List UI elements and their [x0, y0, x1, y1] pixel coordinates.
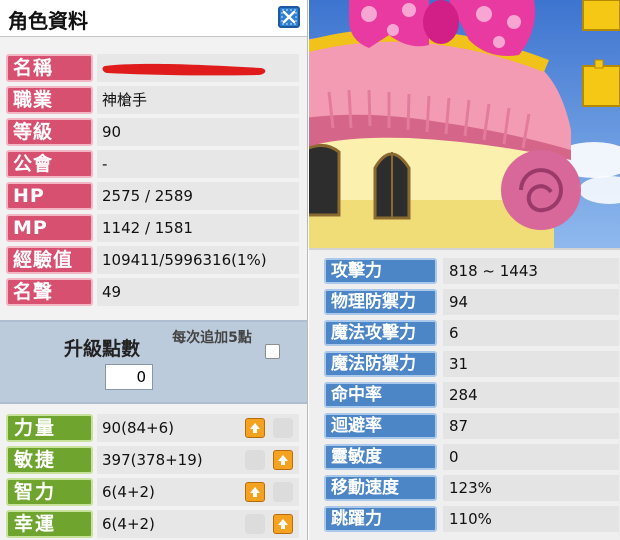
value-exp: 109411/5996316(1%) — [97, 246, 299, 274]
value-accuracy: 284 — [443, 382, 619, 408]
profile-row-fame: 名聲 49 — [6, 278, 299, 306]
label-mp: MP — [6, 214, 93, 242]
value-weapon-def: 94 — [443, 289, 619, 315]
name-redaction — [102, 63, 266, 76]
value-guild: - — [97, 150, 299, 178]
profile-row-mp: MP 1142 / 1581 — [6, 214, 299, 242]
arrow-up-icon — [278, 455, 288, 465]
profile-row-job: 職業 神槍手 — [6, 86, 299, 114]
ability-points-field: 0 — [105, 364, 153, 390]
label-weapon-def: 物理防禦力 — [324, 289, 437, 315]
label-str: 力量 — [6, 414, 93, 442]
add-five-checkbox[interactable] — [265, 344, 280, 359]
dex-increase-button[interactable] — [273, 450, 293, 470]
value-avoidability: 87 — [443, 413, 619, 439]
label-speed: 移動速度 — [324, 475, 437, 501]
stat-row-luk: 幸運 6(4+2) — [6, 510, 299, 538]
arrow-up-icon — [278, 519, 288, 529]
character-info-window: 角色資料 名稱 職業 神槍手 等級 90 公會 - HP 2575 / 2589… — [0, 0, 308, 540]
label-job: 職業 — [6, 86, 93, 114]
game-scene-background — [309, 0, 620, 248]
value-jump: 110% — [443, 506, 619, 532]
profile-row-hp: HP 2575 / 2589 — [6, 182, 299, 210]
combat-row-jump: 跳躍力 110% — [324, 506, 620, 532]
window-title: 角色資料 — [8, 9, 88, 33]
label-magic-atk: 魔法攻擊力 — [324, 320, 437, 346]
value-magic-atk: 6 — [443, 320, 619, 346]
value-magic-def: 31 — [443, 351, 619, 377]
combat-row-weapon-def: 物理防禦力 94 — [324, 289, 620, 315]
label-int: 智力 — [6, 478, 93, 506]
value-name — [97, 54, 299, 82]
label-magic-def: 魔法防禦力 — [324, 351, 437, 377]
label-fame: 名聲 — [6, 278, 93, 306]
luk-increase-button[interactable] — [273, 514, 293, 534]
dex-placeholder-slot — [245, 450, 265, 470]
value-hands: 0 — [443, 444, 619, 470]
int-increase-button[interactable] — [245, 482, 265, 502]
combat-stats-panel: 攻擊力 818 ~ 1443 物理防禦力 94 魔法攻擊力 6 魔法防禦力 31… — [309, 248, 620, 540]
stat-row-str: 力量 90(84+6) — [6, 414, 299, 442]
combat-row-magic-def: 魔法防禦力 31 — [324, 351, 620, 377]
label-accuracy: 命中率 — [324, 382, 437, 408]
label-level: 等級 — [6, 118, 93, 146]
label-avoidability: 迴避率 — [324, 413, 437, 439]
int-placeholder-slot — [273, 482, 293, 502]
combat-row-magic-atk: 魔法攻擊力 6 — [324, 320, 620, 346]
stat-row-int: 智力 6(4+2) — [6, 478, 299, 506]
arrow-up-icon — [250, 423, 260, 433]
value-int: 6(4+2) — [97, 478, 299, 506]
profile-row-exp: 經驗值 109411/5996316(1%) — [6, 246, 299, 274]
value-job: 神槍手 — [97, 86, 299, 114]
combat-row-accuracy: 命中率 284 — [324, 382, 620, 408]
label-jump: 跳躍力 — [324, 506, 437, 532]
combat-row-attack: 攻擊力 818 ~ 1443 — [324, 258, 620, 284]
luk-placeholder-slot — [245, 514, 265, 534]
ability-points-label: 升級點數 — [64, 338, 141, 360]
combat-row-speed: 移動速度 123% — [324, 475, 620, 501]
label-hands: 靈敏度 — [324, 444, 437, 470]
label-exp: 經驗值 — [6, 246, 93, 274]
label-attack: 攻擊力 — [324, 258, 437, 284]
mushroom-house-illustration — [309, 0, 620, 248]
combat-row-hands: 靈敏度 0 — [324, 444, 620, 470]
title-bar: 角色資料 — [0, 0, 307, 37]
label-name: 名稱 — [6, 54, 93, 82]
label-guild: 公會 — [6, 150, 93, 178]
value-attack: 818 ~ 1443 — [443, 258, 619, 284]
str-placeholder-slot — [273, 418, 293, 438]
add-five-label: 每次追加5點 — [172, 330, 252, 346]
profile-row-name: 名稱 — [6, 54, 299, 82]
profile-row-guild: 公會 - — [6, 150, 299, 178]
close-button[interactable] — [278, 6, 300, 28]
value-hp: 2575 / 2589 — [97, 182, 299, 210]
value-str: 90(84+6) — [97, 414, 299, 442]
ability-points-section: 升級點數 0 每次追加5點 — [0, 320, 307, 404]
value-luk: 6(4+2) — [97, 510, 299, 538]
value-mp: 1142 / 1581 — [97, 214, 299, 242]
label-luk: 幸運 — [6, 510, 93, 538]
str-increase-button[interactable] — [245, 418, 265, 438]
profile-row-level: 等級 90 — [6, 118, 299, 146]
label-dex: 敏捷 — [6, 446, 93, 474]
stat-row-dex: 敏捷 397(378+19) — [6, 446, 299, 474]
label-hp: HP — [6, 182, 93, 210]
value-level: 90 — [97, 118, 299, 146]
combat-row-avoidability: 迴避率 87 — [324, 413, 620, 439]
value-dex: 397(378+19) — [97, 446, 299, 474]
value-speed: 123% — [443, 475, 619, 501]
arrow-up-icon — [250, 487, 260, 497]
close-icon — [281, 9, 297, 25]
value-fame: 49 — [97, 278, 299, 306]
